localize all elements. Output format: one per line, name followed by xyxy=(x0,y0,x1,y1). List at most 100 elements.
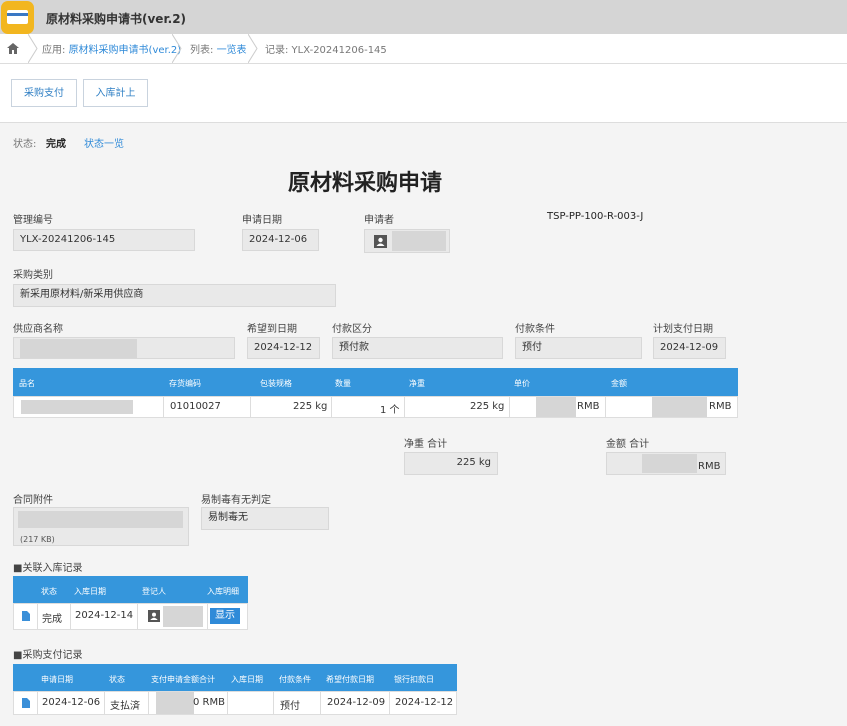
status-value: 完成 xyxy=(46,139,66,150)
col-stock-date: 入库日期 xyxy=(74,587,106,596)
payment-table-header: 申请日期 状态 支付申请金额合计 入库日期 付款条件 希望付款日期 银行扣款日 xyxy=(13,664,457,691)
col-stock-code: 存货编码 xyxy=(169,379,201,388)
user-icon xyxy=(148,610,160,622)
attachment-size: (217 KB) xyxy=(20,535,55,544)
col-amount: 金额 xyxy=(611,379,627,388)
plan-pay-label: 计划支付日期 xyxy=(653,324,713,335)
form-title: 原材料采购申请 xyxy=(288,171,443,196)
cell-net-weight: 225 kg xyxy=(470,401,505,412)
col-unit-price: 单价 xyxy=(514,379,530,388)
cell-pay-status: 支払済 xyxy=(110,701,140,712)
net-total-field: 225 kg xyxy=(404,452,498,475)
net-total-label: 净重 合计 xyxy=(404,439,448,450)
cell-stock-code: 01010027 xyxy=(170,401,221,412)
pay-amount-redacted xyxy=(156,692,194,714)
amount-redacted xyxy=(652,397,707,417)
cell-package: 225 kg xyxy=(293,401,328,412)
applicant-field xyxy=(364,229,450,253)
col-status: 状态 xyxy=(41,587,57,596)
apply-date-field: 2024-12-06 xyxy=(242,229,319,251)
registrant-redacted xyxy=(163,606,203,627)
col-net-weight: 净重 xyxy=(409,379,425,388)
col-apply-date: 申请日期 xyxy=(41,675,73,684)
breadcrumb-list: 列表: 一览表 xyxy=(190,45,247,56)
amount-total-field: RMB xyxy=(606,452,726,475)
cell-amount-currency: RMB xyxy=(709,401,732,412)
file-icon[interactable] xyxy=(22,698,30,708)
document-code: TSP-PP-100-R-003-J xyxy=(547,211,644,222)
table-row: 2024-12-06 支払済 0 RMB 预付 2024-12-09 2024-… xyxy=(13,691,457,715)
cell-stock-date: 2024-12-14 xyxy=(75,610,134,621)
supplier-label: 供应商名称 xyxy=(13,324,63,335)
applicant-name-redacted xyxy=(392,231,446,251)
status-list-link[interactable]: 状态一览 xyxy=(84,135,124,150)
status-label: 状态: xyxy=(13,139,37,150)
supplier-name-redacted xyxy=(20,339,137,358)
cell-stock-status: 完成 xyxy=(42,614,62,625)
toxic-field: 易制毒无 xyxy=(201,507,329,530)
purchase-payment-button[interactable]: 采购支付 xyxy=(11,79,77,107)
col-quantity: 数量 xyxy=(335,379,351,388)
stock-records-title: ■关联入库记录 xyxy=(13,563,83,574)
col-stock-detail: 入库明细 xyxy=(207,587,239,596)
cell-quantity: 1 个 xyxy=(380,405,400,416)
cell-hope-pay-date: 2024-12-09 xyxy=(327,697,386,708)
plan-pay-field: 2024-12-09 xyxy=(653,337,726,359)
cell-pay-amount: 0 RMB xyxy=(193,697,225,708)
applicant-label: 申请者 xyxy=(364,215,394,226)
col-pay-status: 状态 xyxy=(109,675,125,684)
amount-total-label: 金额 合计 xyxy=(606,439,650,450)
show-detail-button[interactable]: 显示 xyxy=(210,608,240,624)
attachment-label: 合同附件 xyxy=(13,495,53,506)
product-name-redacted xyxy=(21,400,133,414)
supplier-field xyxy=(13,337,235,359)
cell-pay-cond: 预付 xyxy=(280,701,300,712)
breadcrumb-app: 应用: 原材料采购申请书(ver.2) xyxy=(42,45,182,56)
mgmt-no-label: 管理编号 xyxy=(13,215,53,226)
items-table-header: 品名 存货编码 包装规格 数量 净重 单价 金额 xyxy=(13,368,738,396)
cell-bank-date: 2024-12-12 xyxy=(395,697,454,708)
toxic-label: 易制毒有无判定 xyxy=(201,495,271,506)
col-pay-stock-date: 入库日期 xyxy=(231,675,263,684)
mgmt-no-field: YLX-20241206-145 xyxy=(13,229,195,251)
breadcrumb-separator xyxy=(172,34,182,63)
attachment-field: (217 KB) xyxy=(13,507,189,546)
cell-unit-price-currency: RMB xyxy=(577,401,600,412)
user-icon xyxy=(374,235,387,248)
pay-type-label: 付款区分 xyxy=(332,324,372,335)
col-registrant: 登记人 xyxy=(142,587,166,596)
attachment-file-link[interactable] xyxy=(18,511,183,528)
category-field: 新采用原材料/新采用供应商 xyxy=(13,284,336,307)
app-card-icon xyxy=(1,1,34,34)
breadcrumb-app-link[interactable]: 原材料采购申请书(ver.2) xyxy=(69,45,182,56)
table-row: 01010027 225 kg 1 个 225 kg RMB RMB xyxy=(13,396,738,418)
hope-date-label: 希望到日期 xyxy=(247,324,297,335)
col-bank-date: 银行扣款日 xyxy=(394,675,434,684)
pay-type-field: 预付款 xyxy=(332,337,503,359)
col-hope-pay-date: 希望付款日期 xyxy=(326,675,374,684)
hope-date-field: 2024-12-12 xyxy=(247,337,320,359)
stock-table-header: 状态 入库日期 登记人 入库明细 xyxy=(13,576,248,603)
col-pay-cond: 付款条件 xyxy=(279,675,311,684)
category-label: 采购类别 xyxy=(13,270,53,281)
table-row: 完成 2024-12-14 显示 xyxy=(13,603,248,630)
breadcrumb-separator xyxy=(248,34,258,63)
col-product-name: 品名 xyxy=(19,379,35,388)
home-icon[interactable] xyxy=(7,43,19,54)
unit-price-redacted xyxy=(536,397,576,417)
stock-entry-button[interactable]: 入库計上 xyxy=(83,79,148,107)
breadcrumb-record: 记录: YLX-20241206-145 xyxy=(265,45,387,56)
pay-cond-field: 预付 xyxy=(515,337,642,359)
amount-total-currency: RMB xyxy=(698,461,721,472)
app-title: 原材料采购申请书(ver.2) xyxy=(46,12,187,26)
amount-total-redacted xyxy=(642,454,697,473)
col-pay-total: 支付申请金额合计 xyxy=(151,675,215,684)
col-package: 包装规格 xyxy=(260,379,292,388)
file-icon[interactable] xyxy=(22,611,30,621)
breadcrumb-list-link[interactable]: 一览表 xyxy=(217,45,247,56)
pay-cond-label: 付款条件 xyxy=(515,324,555,335)
breadcrumb-separator xyxy=(28,34,38,63)
apply-date-label: 申请日期 xyxy=(242,215,282,226)
cell-pay-date: 2024-12-06 xyxy=(42,697,101,708)
payment-records-title: ■采购支付记录 xyxy=(13,650,83,661)
